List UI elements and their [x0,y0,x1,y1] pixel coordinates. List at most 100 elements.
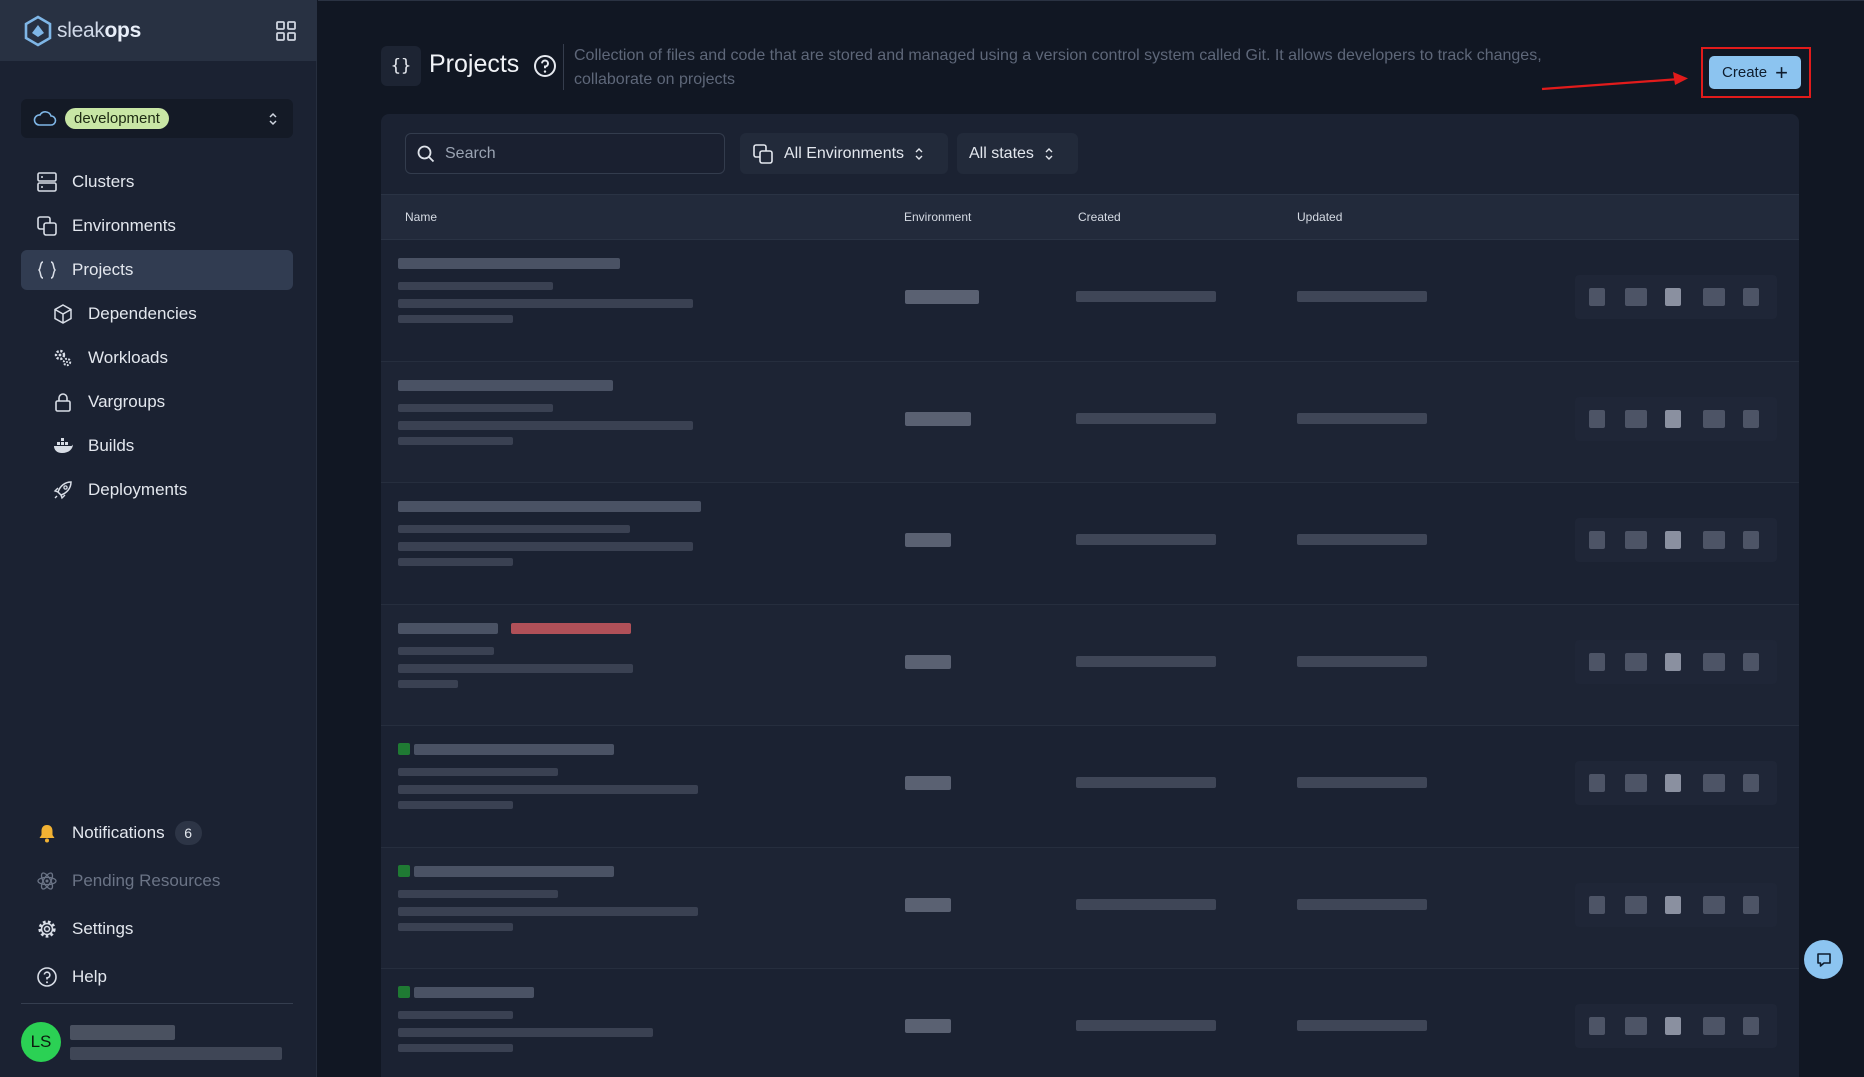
row-action-icon[interactable] [1665,1017,1681,1035]
sidebar-item-workloads[interactable]: Workloads [21,338,293,378]
sidebar-item-clusters[interactable]: Clusters [21,162,293,202]
app-window: sleakops development Clusters Environmen… [0,0,1864,1077]
sidebar-item-projects[interactable]: Projects [21,250,293,290]
row-action-icon[interactable] [1589,895,1605,914]
column-header-environment[interactable]: Environment [904,210,971,224]
row-updated-redacted [1297,412,1427,424]
sidebar-item-dependencies[interactable]: Dependencies [21,294,293,334]
column-header-updated[interactable]: Updated [1297,210,1342,224]
row-action-icon[interactable] [1589,288,1605,306]
environment-badge: development [65,108,169,129]
row-action-icon[interactable] [1703,895,1725,914]
sidebar-item-notifications[interactable]: Notifications 6 [21,811,293,855]
row-action-icon[interactable] [1625,774,1647,792]
row-name-redacted [414,744,614,755]
row-actions[interactable] [1575,275,1777,319]
sidebar-item-deployments[interactable]: Deployments [21,470,293,510]
chevron-updown-icon [269,112,277,126]
row-action-icon[interactable] [1703,288,1725,306]
sidebar-item-pending-resources[interactable]: Pending Resources [21,859,293,903]
create-button[interactable]: Create + [1709,56,1801,89]
row-action-icon[interactable] [1589,531,1605,549]
bell-icon [39,825,55,843]
row-action-icon[interactable] [1625,409,1647,428]
table-row[interactable] [381,969,1799,1077]
row-tag-redacted [511,622,631,634]
row-action-icon[interactable] [1703,409,1725,428]
column-header-created[interactable]: Created [1078,210,1121,224]
sidebar-item-settings[interactable]: Settings [21,907,293,951]
row-action-icon[interactable] [1703,531,1725,549]
row-action-icon[interactable] [1589,1017,1605,1035]
row-environment-redacted [905,533,951,547]
row-action-icon[interactable] [1665,652,1681,671]
row-actions[interactable] [1575,761,1777,805]
sidebar-item-help[interactable]: Help [21,955,293,999]
table-row[interactable] [381,483,1799,605]
plus-icon: + [1775,59,1788,85]
row-action-icon[interactable] [1743,652,1759,671]
sidebar-item-environments[interactable]: Environments [21,206,293,246]
table-row[interactable] [381,847,1799,969]
apps-grid-icon[interactable] [275,20,297,42]
environment-selector[interactable]: development [21,99,293,138]
row-action-icon[interactable] [1665,409,1681,428]
row-action-icon[interactable] [1625,1017,1647,1035]
row-action-icon[interactable] [1665,895,1681,914]
row-action-icon[interactable] [1625,895,1647,914]
sidebar-item-builds[interactable]: Builds [21,426,293,466]
table-row[interactable] [381,361,1799,483]
row-action-icon[interactable] [1665,774,1681,792]
row-action-icon[interactable] [1743,774,1759,792]
chat-support-button[interactable] [1804,940,1843,979]
row-action-icon[interactable] [1703,652,1725,671]
row-actions[interactable] [1575,518,1777,562]
table-row[interactable] [381,604,1799,726]
user-profile[interactable]: LS [21,1018,293,1066]
search-icon [417,145,435,162]
row-action-icon[interactable] [1743,1017,1759,1035]
row-name-redacted [398,622,498,634]
table-row[interactable] [381,726,1799,848]
row-detail-redacted [398,679,458,688]
sidebar-item-vargroups[interactable]: Vargroups [21,382,293,422]
top-border [318,0,1864,1]
lock-icon [55,393,71,412]
row-action-icon[interactable] [1665,531,1681,549]
row-actions[interactable] [1575,639,1777,684]
row-detail-redacted [398,768,558,776]
search-box[interactable] [405,133,725,174]
row-action-icon[interactable] [1625,531,1647,549]
row-action-icon[interactable] [1589,409,1605,428]
braces-icon [37,261,57,279]
copy-icon [37,216,57,236]
environments-filter-dropdown[interactable]: All Environments [740,133,949,174]
cube-icon [54,304,72,324]
copy-icon [753,143,773,164]
row-action-icon[interactable] [1703,774,1725,792]
row-action-icon[interactable] [1743,288,1759,306]
row-action-icon[interactable] [1743,531,1759,549]
row-updated-redacted [1297,777,1427,788]
row-updated-redacted [1297,1020,1427,1031]
row-action-icon[interactable] [1625,652,1647,671]
row-action-icon[interactable] [1665,288,1681,306]
search-input[interactable] [445,144,715,163]
row-actions[interactable] [1575,1004,1777,1048]
row-action-icon[interactable] [1743,895,1759,914]
avatar: LS [21,1022,61,1062]
row-created-redacted [1076,412,1216,424]
row-actions[interactable] [1575,882,1777,927]
states-filter-dropdown[interactable]: All states [957,133,1078,174]
table-row[interactable] [381,240,1799,362]
row-action-icon[interactable] [1589,652,1605,671]
row-actions[interactable] [1575,396,1777,441]
sidebar-bottom-nav: Notifications 6 Pending Resources Settin… [21,811,293,1003]
row-action-icon[interactable] [1589,774,1605,792]
row-action-icon[interactable] [1703,1017,1725,1035]
help-circle-icon[interactable] [533,54,557,78]
column-header-name[interactable]: Name [405,210,437,224]
row-action-icon[interactable] [1743,409,1759,428]
sleakops-logo-icon[interactable] [23,14,53,47]
row-action-icon[interactable] [1625,288,1647,306]
